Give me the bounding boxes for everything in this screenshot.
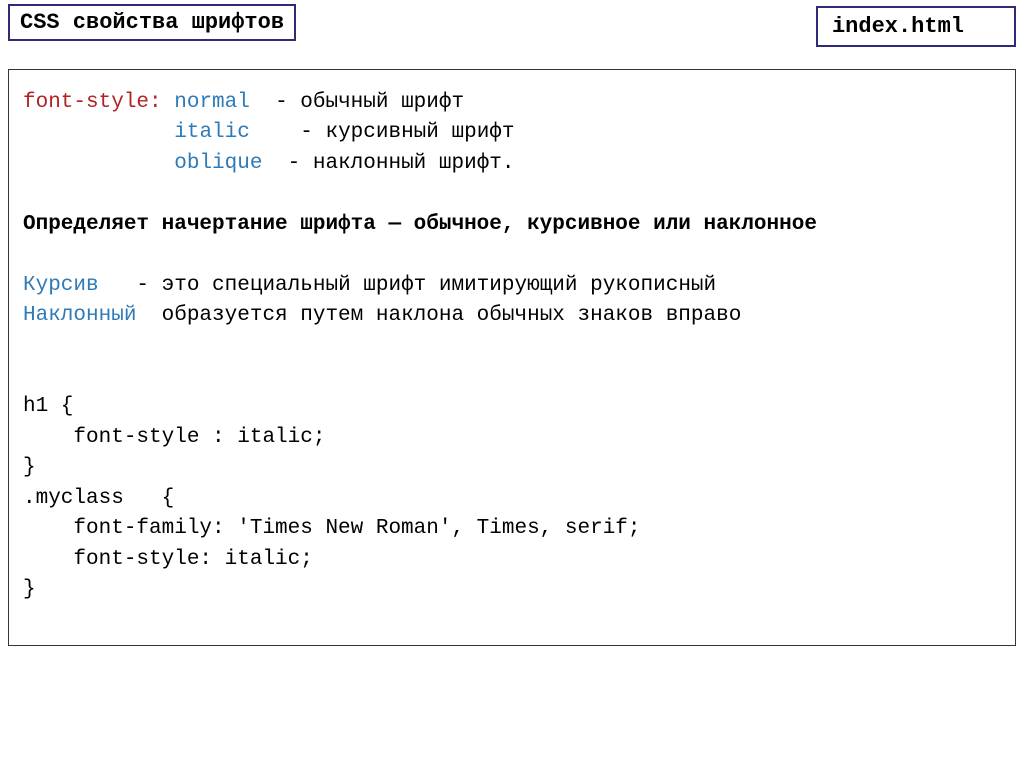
page-title: CSS свойства шрифтов [20,10,284,35]
css-value-italic: italic [174,121,250,144]
title-box: CSS свойства шрифтов [8,4,296,41]
code-line-5: font-family: 'Times New Roman', Times, s… [23,517,641,540]
term-oblique: Наклонный [23,304,136,327]
filename: index.html [832,14,964,39]
css-value-oblique: oblique [174,152,262,175]
code-line-2: font-style : italic; [23,426,325,449]
term-italic-desc: - это специальный шрифт имитирующий руко… [99,274,717,297]
code-line-1: h1 { [23,395,73,418]
header: CSS свойства шрифтов index.html [0,0,1024,47]
desc-italic: - курсивный шрифт [250,121,515,144]
content-panel: font-style: normal - обычный шрифт itali… [8,69,1016,646]
desc-normal: - обычный шрифт [250,91,464,114]
summary-text: Определяет начертание шрифта — обычное, … [23,213,817,236]
term-italic: Курсив [23,274,99,297]
code-line-6: font-style: italic; [23,548,313,571]
filename-box: index.html [816,6,1016,47]
desc-oblique: - наклонный шрифт. [262,152,514,175]
term-oblique-desc: образуется путем наклона обычных знаков … [136,304,741,327]
code-line-7: } [23,578,36,601]
css-property: font-style: [23,91,162,114]
code-line-3: } [23,456,36,479]
css-value-normal: normal [174,91,250,114]
code-line-4: .myclass { [23,487,174,510]
